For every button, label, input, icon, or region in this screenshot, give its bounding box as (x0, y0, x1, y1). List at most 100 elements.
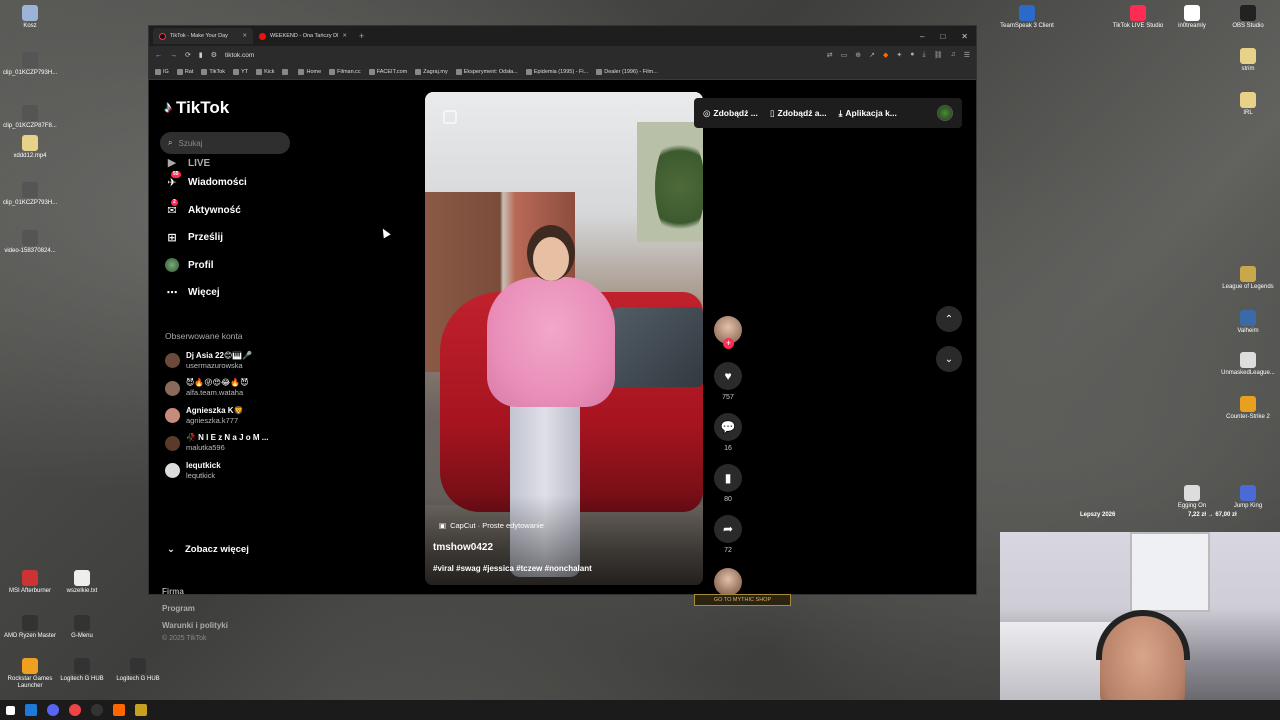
sound-avatar[interactable] (714, 568, 742, 596)
followed-account[interactable]: lequtkick lequtkick (165, 457, 305, 485)
bookmark-icon[interactable]: ▮ (199, 51, 203, 59)
download-icon[interactable]: ⤓ (922, 51, 925, 59)
desktop-icon[interactable]: xddd12.mp4 (0, 135, 60, 160)
reload-icon[interactable]: ⟳ (185, 51, 191, 59)
desktop-icon[interactable]: in0treamly (1162, 5, 1222, 30)
next-video-button[interactable]: ⌄ (936, 346, 962, 372)
footer-link-terms[interactable]: Warunki i polityki (162, 617, 228, 634)
desktop-icon[interactable]: League of Legends (1218, 266, 1278, 291)
bookmark-item[interactable] (282, 68, 290, 75)
desktop-icon[interactable]: Jump King (1218, 485, 1278, 510)
like-button[interactable]: ♥ (714, 362, 742, 390)
brave-shield-icon[interactable]: ◆ (883, 51, 888, 59)
music-icon[interactable]: ♫ (950, 51, 955, 59)
desktop-icon[interactable]: clip_01KCZP793H... (0, 182, 60, 207)
zoom-icon[interactable]: ⊕ (855, 51, 861, 59)
discord-icon[interactable] (47, 704, 59, 716)
desktop-icon[interactable]: TikTok LIVE Studio (1108, 5, 1168, 30)
follow-plus-icon[interactable]: + (723, 338, 734, 349)
desktop-icon[interactable]: Kosz (0, 5, 60, 30)
bookmark-item[interactable]: Rat (176, 68, 193, 75)
screen-icon[interactable]: ▭ (841, 51, 848, 59)
desktop-icon[interactable]: video-158370824... (0, 230, 60, 255)
extension-icon[interactable]: ✦ (896, 51, 902, 59)
tab-youtube[interactable]: WEEKEND - Ona Tańczy Dla Mnie - O... ✕ (253, 28, 353, 44)
tab-tiktok[interactable]: TikTok - Make Your Day ✕ (153, 28, 253, 44)
bookmark-item[interactable]: Dealer (1996) - Film... (596, 68, 658, 75)
bookmark-item[interactable]: Filman.cc (329, 68, 361, 75)
video-hashtags[interactable]: #viral #swag #jessica #tczew #nonchalant (433, 564, 592, 573)
desktop-icon[interactable]: Counter-Strike 2 (1218, 396, 1278, 421)
forward-icon[interactable]: → (170, 52, 177, 59)
followed-account[interactable]: 😈🔥😜😍😂🔥😈 alfa.team.wataha (165, 375, 305, 403)
bookmark-item[interactable]: Epidemia (1995) - Fi... (525, 68, 588, 75)
user-avatar[interactable] (937, 105, 953, 121)
search-input[interactable]: ⌕ Szukaj (160, 132, 290, 154)
followed-account[interactable]: 🥀 N I E z N a J o M ... malutka596 (165, 430, 305, 458)
mythic-shop-button[interactable]: GO TO MYTHIC SHOP (694, 594, 791, 606)
desktop-app-button[interactable]: ⤓ Aplikacja k... (839, 108, 897, 119)
comment-button[interactable]: 💬 (714, 413, 742, 441)
share-icon[interactable]: ↗ (869, 51, 875, 59)
sidebar-item-aktywność[interactable]: ✉ 2 Aktywność (165, 197, 295, 225)
get-coins-button[interactable]: ◎ Zdobądź ... (703, 108, 758, 119)
desktop-icon[interactable]: clip_01KCZP793H... (0, 52, 60, 77)
desktop-icon[interactable]: Valheim (1218, 310, 1278, 335)
see-more-button[interactable]: ⌄ Zobacz więcej (167, 544, 249, 555)
desktop-icon[interactable]: clip_01KCZP87F8... (0, 105, 60, 130)
sidebar-item-więcej[interactable]: ⋯ Więcej (165, 279, 295, 307)
bookmark-item[interactable]: Home (298, 68, 321, 75)
windows-start-icon[interactable] (6, 705, 15, 715)
desktop-icon[interactable]: wszelkie.txt (52, 570, 112, 595)
desktop-icon[interactable]: MSI Afterburner (0, 570, 60, 595)
url-input[interactable]: tiktok.com (225, 52, 254, 59)
desktop-icon[interactable]: OBS Studio (1218, 5, 1278, 30)
new-tab-button[interactable]: + (353, 31, 370, 41)
translate-icon[interactable]: ⇄ (827, 51, 833, 59)
desktop-icon[interactable]: Logitech G HUB (108, 658, 168, 683)
footer-link-program[interactable]: Program (162, 600, 228, 617)
bookmark-item[interactable]: TikTok (201, 68, 225, 75)
link-icon[interactable]: ⛓ (934, 51, 943, 59)
bookmark-item[interactable]: Eksperyment: Odsła... (455, 68, 518, 75)
bookmark-item[interactable]: IG (155, 68, 169, 75)
desktop-icon[interactable]: Logitech G HUB (52, 658, 112, 683)
followed-account[interactable]: Dj Asia 22😊🎹🎤 usermazurowska (165, 347, 305, 375)
brave-icon[interactable] (113, 704, 125, 716)
capcut-label[interactable]: ▣ CapCut · Proste edytowanie (439, 521, 544, 530)
sidebar-item-profil[interactable]: Profil (165, 252, 295, 280)
bookmark-item[interactable]: YT (233, 68, 248, 75)
chrome-icon[interactable] (69, 704, 81, 716)
close-window-button[interactable]: ✕ (961, 32, 968, 41)
video-username[interactable]: tmshow0422 (433, 542, 493, 553)
site-info-icon[interactable]: ⚙ (211, 51, 217, 59)
footer-link-company[interactable]: Firma (162, 583, 228, 600)
sidebar-item-wiadomości[interactable]: ✈ 55 Wiadomości (165, 169, 295, 197)
explorer-icon[interactable] (25, 704, 37, 716)
bookmark-item[interactable]: FACEIT.com (368, 68, 407, 75)
league-icon[interactable] (135, 704, 147, 716)
share-button[interactable]: ➦ (714, 515, 742, 543)
desktop-icon[interactable]: G-Menu (52, 615, 112, 640)
menu-icon[interactable]: ☰ (964, 51, 970, 59)
desktop-icon[interactable]: Egging On (1162, 485, 1222, 510)
extension-icon[interactable]: ● (910, 51, 914, 59)
minimize-button[interactable]: – (920, 32, 924, 41)
desktop-icon[interactable]: AMD Ryzen Master (0, 615, 60, 640)
desktop-icon[interactable]: TeamSpeak 3 Client (997, 5, 1057, 30)
sidebar-item-prześlij[interactable]: ⊞ Prześlij (165, 224, 295, 252)
sidebar-item-live[interactable]: ▶ LIVE (165, 159, 295, 169)
maximize-button[interactable]: □ (940, 32, 945, 41)
get-app-button[interactable]: ▯ Zdobądź a... (770, 108, 827, 119)
close-tab-icon[interactable]: ✕ (342, 33, 347, 39)
bookmark-item[interactable]: Zagraj.my (415, 68, 448, 75)
tiktok-logo[interactable]: ♪ TikTok (164, 98, 229, 118)
creator-avatar[interactable]: + (714, 316, 742, 349)
desktop-icon[interactable]: strim (1218, 48, 1278, 73)
desktop-icon[interactable]: IRL (1218, 92, 1278, 117)
save-button[interactable]: ▮ (714, 464, 742, 492)
desktop-icon[interactable]: Rockstar Games Launcher (0, 658, 60, 690)
back-icon[interactable]: ← (155, 52, 162, 59)
bookmark-item[interactable]: Kick (256, 68, 274, 75)
obs-icon[interactable] (91, 704, 103, 716)
